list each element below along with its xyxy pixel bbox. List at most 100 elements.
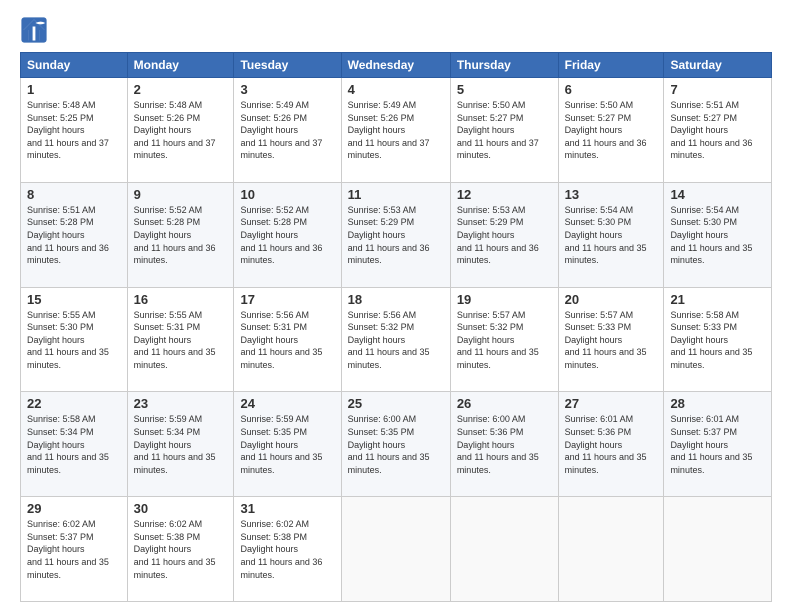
day-info: Sunrise: 5:53 AM Sunset: 5:29 PM Dayligh… <box>348 204 444 267</box>
day-number: 14 <box>670 187 765 202</box>
weekday-header: Thursday <box>450 53 558 78</box>
calendar-cell: 30 Sunrise: 6:02 AM Sunset: 5:38 PM Dayl… <box>127 497 234 602</box>
day-number: 6 <box>565 82 658 97</box>
day-info: Sunrise: 5:55 AM Sunset: 5:30 PM Dayligh… <box>27 309 121 372</box>
calendar-cell: 7 Sunrise: 5:51 AM Sunset: 5:27 PM Dayli… <box>664 78 772 183</box>
day-number: 16 <box>134 292 228 307</box>
day-number: 9 <box>134 187 228 202</box>
day-info: Sunrise: 5:58 AM Sunset: 5:34 PM Dayligh… <box>27 413 121 476</box>
calendar-cell: 12 Sunrise: 5:53 AM Sunset: 5:29 PM Dayl… <box>450 182 558 287</box>
calendar-cell: 15 Sunrise: 5:55 AM Sunset: 5:30 PM Dayl… <box>21 287 128 392</box>
day-number: 27 <box>565 396 658 411</box>
calendar-cell: 10 Sunrise: 5:52 AM Sunset: 5:28 PM Dayl… <box>234 182 341 287</box>
calendar-cell: 6 Sunrise: 5:50 AM Sunset: 5:27 PM Dayli… <box>558 78 664 183</box>
day-info: Sunrise: 5:51 AM Sunset: 5:28 PM Dayligh… <box>27 204 121 267</box>
day-info: Sunrise: 5:54 AM Sunset: 5:30 PM Dayligh… <box>670 204 765 267</box>
calendar-cell: 1 Sunrise: 5:48 AM Sunset: 5:25 PM Dayli… <box>21 78 128 183</box>
day-info: Sunrise: 5:49 AM Sunset: 5:26 PM Dayligh… <box>240 99 334 162</box>
calendar-cell: 14 Sunrise: 5:54 AM Sunset: 5:30 PM Dayl… <box>664 182 772 287</box>
calendar-cell: 17 Sunrise: 5:56 AM Sunset: 5:31 PM Dayl… <box>234 287 341 392</box>
calendar-cell: 11 Sunrise: 5:53 AM Sunset: 5:29 PM Dayl… <box>341 182 450 287</box>
calendar-cell: 3 Sunrise: 5:49 AM Sunset: 5:26 PM Dayli… <box>234 78 341 183</box>
day-info: Sunrise: 5:49 AM Sunset: 5:26 PM Dayligh… <box>348 99 444 162</box>
day-info: Sunrise: 5:57 AM Sunset: 5:33 PM Dayligh… <box>565 309 658 372</box>
calendar-cell: 9 Sunrise: 5:52 AM Sunset: 5:28 PM Dayli… <box>127 182 234 287</box>
day-info: Sunrise: 6:02 AM Sunset: 5:38 PM Dayligh… <box>240 518 334 581</box>
day-number: 24 <box>240 396 334 411</box>
day-number: 20 <box>565 292 658 307</box>
day-info: Sunrise: 5:57 AM Sunset: 5:32 PM Dayligh… <box>457 309 552 372</box>
day-info: Sunrise: 5:58 AM Sunset: 5:33 PM Dayligh… <box>670 309 765 372</box>
day-info: Sunrise: 5:52 AM Sunset: 5:28 PM Dayligh… <box>134 204 228 267</box>
calendar-cell: 28 Sunrise: 6:01 AM Sunset: 5:37 PM Dayl… <box>664 392 772 497</box>
calendar-cell: 26 Sunrise: 6:00 AM Sunset: 5:36 PM Dayl… <box>450 392 558 497</box>
day-info: Sunrise: 5:59 AM Sunset: 5:35 PM Dayligh… <box>240 413 334 476</box>
day-number: 12 <box>457 187 552 202</box>
day-number: 30 <box>134 501 228 516</box>
day-info: Sunrise: 6:01 AM Sunset: 5:37 PM Dayligh… <box>670 413 765 476</box>
calendar-cell: 29 Sunrise: 6:02 AM Sunset: 5:37 PM Dayl… <box>21 497 128 602</box>
day-info: Sunrise: 5:48 AM Sunset: 5:26 PM Dayligh… <box>134 99 228 162</box>
day-info: Sunrise: 5:59 AM Sunset: 5:34 PM Dayligh… <box>134 413 228 476</box>
day-number: 2 <box>134 82 228 97</box>
calendar-cell: 2 Sunrise: 5:48 AM Sunset: 5:26 PM Dayli… <box>127 78 234 183</box>
day-info: Sunrise: 6:01 AM Sunset: 5:36 PM Dayligh… <box>565 413 658 476</box>
day-info: Sunrise: 5:56 AM Sunset: 5:32 PM Dayligh… <box>348 309 444 372</box>
weekday-header: Sunday <box>21 53 128 78</box>
calendar-cell: 19 Sunrise: 5:57 AM Sunset: 5:32 PM Dayl… <box>450 287 558 392</box>
calendar-cell: 20 Sunrise: 5:57 AM Sunset: 5:33 PM Dayl… <box>558 287 664 392</box>
calendar-cell: 4 Sunrise: 5:49 AM Sunset: 5:26 PM Dayli… <box>341 78 450 183</box>
day-number: 13 <box>565 187 658 202</box>
calendar-cell: 23 Sunrise: 5:59 AM Sunset: 5:34 PM Dayl… <box>127 392 234 497</box>
day-number: 19 <box>457 292 552 307</box>
day-number: 29 <box>27 501 121 516</box>
header <box>20 16 772 44</box>
page: SundayMondayTuesdayWednesdayThursdayFrid… <box>0 0 792 612</box>
day-info: Sunrise: 5:56 AM Sunset: 5:31 PM Dayligh… <box>240 309 334 372</box>
calendar-table: SundayMondayTuesdayWednesdayThursdayFrid… <box>20 52 772 602</box>
day-info: Sunrise: 5:48 AM Sunset: 5:25 PM Dayligh… <box>27 99 121 162</box>
weekday-header: Friday <box>558 53 664 78</box>
calendar-cell <box>450 497 558 602</box>
day-number: 28 <box>670 396 765 411</box>
calendar-cell <box>664 497 772 602</box>
day-info: Sunrise: 5:54 AM Sunset: 5:30 PM Dayligh… <box>565 204 658 267</box>
calendar-cell: 18 Sunrise: 5:56 AM Sunset: 5:32 PM Dayl… <box>341 287 450 392</box>
calendar-cell: 13 Sunrise: 5:54 AM Sunset: 5:30 PM Dayl… <box>558 182 664 287</box>
calendar-cell: 8 Sunrise: 5:51 AM Sunset: 5:28 PM Dayli… <box>21 182 128 287</box>
day-number: 15 <box>27 292 121 307</box>
day-info: Sunrise: 6:00 AM Sunset: 5:36 PM Dayligh… <box>457 413 552 476</box>
day-number: 25 <box>348 396 444 411</box>
calendar-cell: 27 Sunrise: 6:01 AM Sunset: 5:36 PM Dayl… <box>558 392 664 497</box>
calendar-cell: 25 Sunrise: 6:00 AM Sunset: 5:35 PM Dayl… <box>341 392 450 497</box>
logo <box>20 16 52 44</box>
day-number: 31 <box>240 501 334 516</box>
calendar-cell: 24 Sunrise: 5:59 AM Sunset: 5:35 PM Dayl… <box>234 392 341 497</box>
weekday-header: Monday <box>127 53 234 78</box>
day-number: 8 <box>27 187 121 202</box>
logo-icon <box>20 16 48 44</box>
day-info: Sunrise: 6:02 AM Sunset: 5:38 PM Dayligh… <box>134 518 228 581</box>
day-number: 11 <box>348 187 444 202</box>
day-info: Sunrise: 5:51 AM Sunset: 5:27 PM Dayligh… <box>670 99 765 162</box>
calendar-cell: 31 Sunrise: 6:02 AM Sunset: 5:38 PM Dayl… <box>234 497 341 602</box>
day-number: 10 <box>240 187 334 202</box>
weekday-header: Tuesday <box>234 53 341 78</box>
day-number: 4 <box>348 82 444 97</box>
day-number: 26 <box>457 396 552 411</box>
day-info: Sunrise: 5:52 AM Sunset: 5:28 PM Dayligh… <box>240 204 334 267</box>
day-info: Sunrise: 6:00 AM Sunset: 5:35 PM Dayligh… <box>348 413 444 476</box>
weekday-header: Wednesday <box>341 53 450 78</box>
day-info: Sunrise: 5:55 AM Sunset: 5:31 PM Dayligh… <box>134 309 228 372</box>
calendar-cell: 16 Sunrise: 5:55 AM Sunset: 5:31 PM Dayl… <box>127 287 234 392</box>
day-number: 17 <box>240 292 334 307</box>
calendar-cell: 22 Sunrise: 5:58 AM Sunset: 5:34 PM Dayl… <box>21 392 128 497</box>
day-number: 21 <box>670 292 765 307</box>
day-info: Sunrise: 5:53 AM Sunset: 5:29 PM Dayligh… <box>457 204 552 267</box>
day-number: 23 <box>134 396 228 411</box>
day-number: 7 <box>670 82 765 97</box>
day-info: Sunrise: 5:50 AM Sunset: 5:27 PM Dayligh… <box>457 99 552 162</box>
day-number: 18 <box>348 292 444 307</box>
day-number: 1 <box>27 82 121 97</box>
calendar-cell: 5 Sunrise: 5:50 AM Sunset: 5:27 PM Dayli… <box>450 78 558 183</box>
